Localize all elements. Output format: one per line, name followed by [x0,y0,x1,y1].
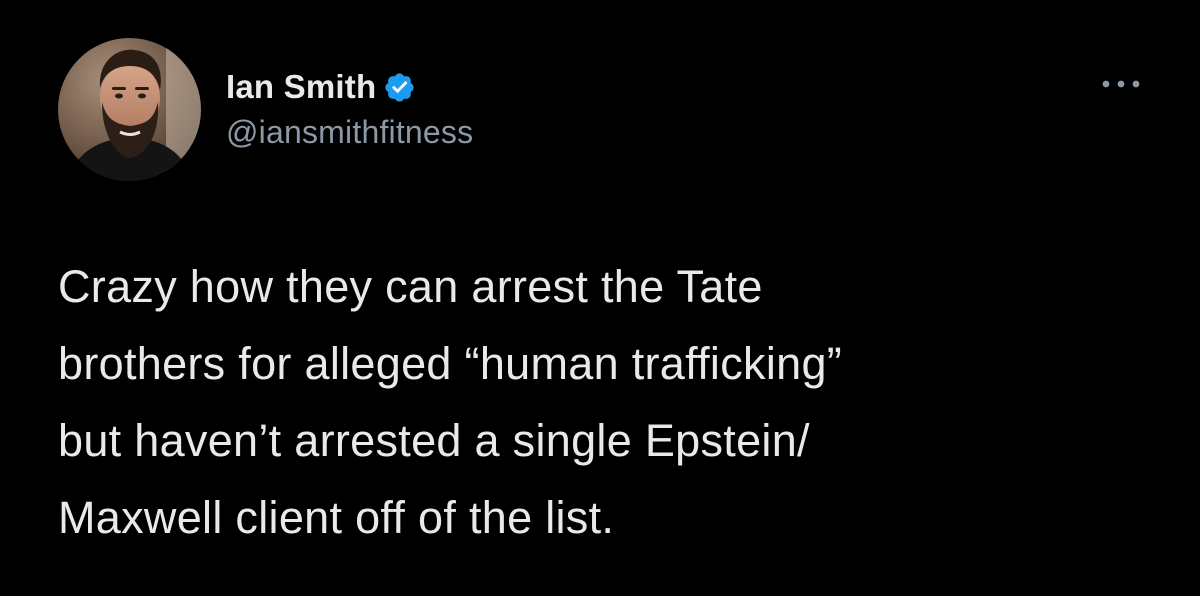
tweet-text-line: brothers for alleged “human trafficking” [58,338,843,389]
tweet-card: Ian Smith @iansmithfitness Crazy how the… [0,0,1200,596]
user-handle[interactable]: @iansmithfitness [226,114,473,151]
verified-badge-icon [383,71,416,104]
user-info: Ian Smith @iansmithfitness [226,64,473,151]
more-options-icon [1102,80,1140,88]
display-name[interactable]: Ian Smith [226,68,376,106]
tweet-text: Crazy how they can arrest the Tate broth… [58,248,1158,556]
profile-photo-icon [58,38,201,181]
avatar[interactable] [58,38,201,181]
tweet-text-line: Crazy how they can arrest the Tate [58,261,763,312]
tweet-header: Ian Smith @iansmithfitness [58,38,1158,184]
tweet-text-line: Maxwell client off of the list. [58,492,615,543]
more-options-button[interactable] [1098,74,1144,94]
name-row: Ian Smith [226,64,473,110]
tweet-text-line: but haven’t arrested a single Epstein/ [58,415,810,466]
